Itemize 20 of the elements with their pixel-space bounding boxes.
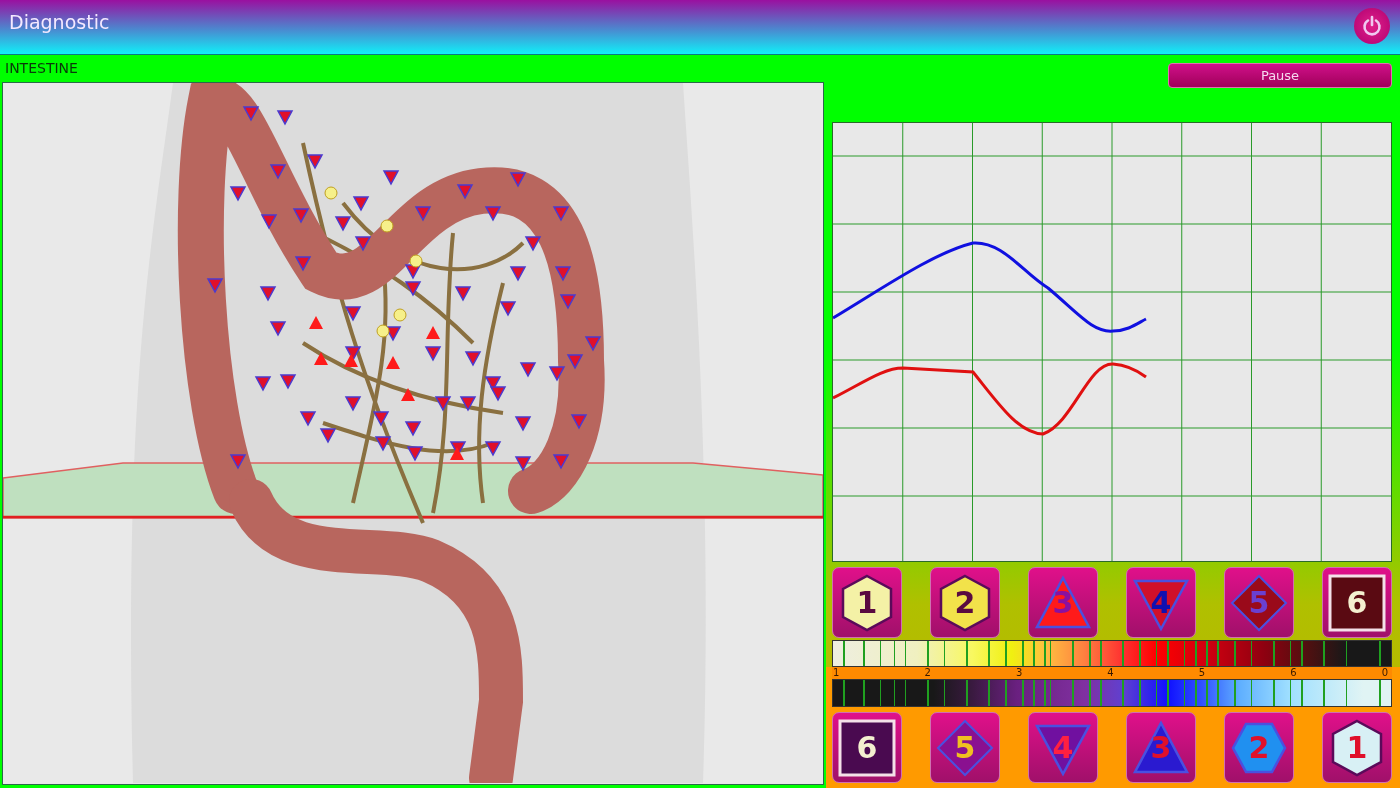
power-icon (1361, 15, 1383, 37)
shape-button[interactable]: 1 (832, 567, 902, 639)
shape-button[interactable]: 4 (1126, 567, 1196, 639)
scale-number: 2 (924, 667, 931, 679)
shape-button[interactable]: 1 (1322, 712, 1392, 783)
scale-number: 6 (1290, 667, 1297, 679)
shape-button[interactable]: 4 (1028, 712, 1098, 783)
pause-button[interactable]: Pause (1168, 63, 1392, 89)
organ-label: INTESTINE (4, 59, 79, 78)
scale-number: 5 (1198, 667, 1206, 679)
shape-button[interactable]: 6 (832, 712, 902, 783)
scale-number: 4 (1107, 667, 1114, 679)
shape-button[interactable]: 2 (930, 567, 1000, 639)
scale-number: 3 (1015, 667, 1023, 679)
scale-number: 1 (833, 667, 840, 679)
window-title: Diagnostic (9, 10, 110, 35)
shape-button[interactable]: 6 (1322, 567, 1392, 639)
power-button[interactable] (1354, 8, 1390, 44)
scale-number: 0 (1381, 667, 1388, 679)
shape-button[interactable]: 5 (930, 712, 1000, 783)
